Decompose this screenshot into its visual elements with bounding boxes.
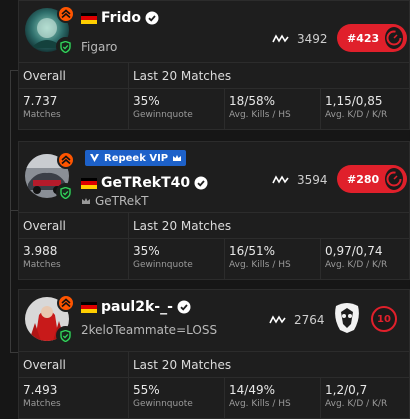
premium-label: Repeek VIP — [104, 152, 169, 164]
player-subtext: Figaro — [81, 40, 118, 54]
kills-hs-stat: 18/58% Avg. Kills / HS — [225, 89, 321, 129]
player-card[interactable]: Repeek VIP GeTRekT40 GeTRekT 3594 #280 O… — [18, 141, 410, 280]
last-20-label: Last 20 Matches — [133, 69, 232, 83]
avatar[interactable] — [25, 5, 75, 56]
matches-stat: 7.493 Matches — [19, 378, 129, 418]
player-card[interactable]: paul2k-_- 2keloTeammate=LOSS 2764 10 Ove… — [18, 289, 410, 419]
germany-flag-icon — [81, 177, 97, 189]
winrate-stat: 35% Gewinnquote — [129, 89, 225, 129]
player-header: paul2k-_- 2keloTeammate=LOSS 2764 10 — [19, 290, 409, 352]
chevron-rank-icon — [57, 294, 75, 312]
avatar[interactable] — [25, 294, 75, 345]
matches-stat: 7.737 Matches — [19, 89, 129, 129]
gauge-icon — [385, 27, 403, 49]
crown-icon — [173, 155, 182, 161]
tree-connector — [10, 70, 11, 352]
player-subtext: GeTRekT — [95, 194, 149, 208]
player-card[interactable]: Frido Figaro 3492 #423 Overall Last 20 M… — [18, 0, 410, 130]
crown-icon — [82, 198, 90, 204]
player-subtext: 2keloTeammate=LOSS — [81, 323, 218, 337]
ranking-value: #423 — [347, 31, 380, 45]
kills-hs-stat: 16/51% Avg. Kills / HS — [225, 239, 321, 279]
shield-icon — [56, 37, 75, 56]
last-20-label: Last 20 Matches — [133, 358, 232, 372]
chevron-rank-icon — [57, 151, 75, 169]
kills-hs-stat: 14/49% Avg. Kills / HS — [225, 378, 321, 418]
elo-value: 3594 — [297, 173, 328, 187]
germany-flag-icon — [81, 301, 97, 313]
ranking-value: #280 — [347, 172, 380, 186]
elo-trend-icon — [272, 175, 289, 184]
gauge-icon — [385, 168, 403, 190]
winrate-stat: 55% Gewinnquote — [129, 378, 225, 418]
team-logo-icon[interactable] — [332, 302, 362, 334]
ranking-badge[interactable]: #423 — [337, 24, 407, 52]
overall-label: Overall — [19, 213, 129, 239]
elo-trend-icon — [269, 315, 286, 324]
player-nickname[interactable]: GeTRekT40 — [101, 175, 190, 191]
player-header: Repeek VIP GeTRekT40 GeTRekT 3594 #280 — [19, 142, 409, 213]
overall-label: Overall — [19, 352, 129, 378]
kd-kr-stat: 1,15/0,85 Avg. K/D / K/R — [325, 94, 388, 120]
repeek-logo-icon — [90, 153, 99, 162]
skill-level-badge: 10 — [371, 306, 397, 332]
shield-icon — [56, 183, 75, 202]
kd-kr-stat: 1,2/0,7 Avg. K/D / K/R — [325, 383, 388, 409]
elo-value: 2764 — [294, 313, 325, 327]
ranking-badge[interactable]: #280 — [337, 165, 407, 193]
overall-label: Overall — [19, 63, 129, 89]
germany-flag-icon — [81, 12, 97, 24]
verified-icon — [177, 300, 191, 314]
matches-stat: 3.988 Matches — [19, 239, 129, 279]
last-20-label: Last 20 Matches — [133, 219, 232, 233]
verified-icon — [194, 176, 208, 190]
verified-icon — [145, 11, 159, 25]
chevron-rank-icon — [57, 5, 75, 23]
player-header: Frido Figaro 3492 #423 — [19, 1, 409, 63]
player-nickname[interactable]: paul2k-_- — [101, 299, 173, 315]
premium-badge[interactable]: Repeek VIP — [85, 150, 187, 166]
player-nickname[interactable]: Frido — [101, 10, 141, 26]
kd-kr-stat: 0,97/0,74 Avg. K/D / K/R — [325, 244, 388, 270]
shield-icon — [56, 326, 75, 345]
elo-value: 3492 — [297, 32, 328, 46]
avatar[interactable] — [25, 151, 75, 202]
elo-trend-icon — [272, 34, 289, 43]
winrate-stat: 35% Gewinnquote — [129, 239, 225, 279]
